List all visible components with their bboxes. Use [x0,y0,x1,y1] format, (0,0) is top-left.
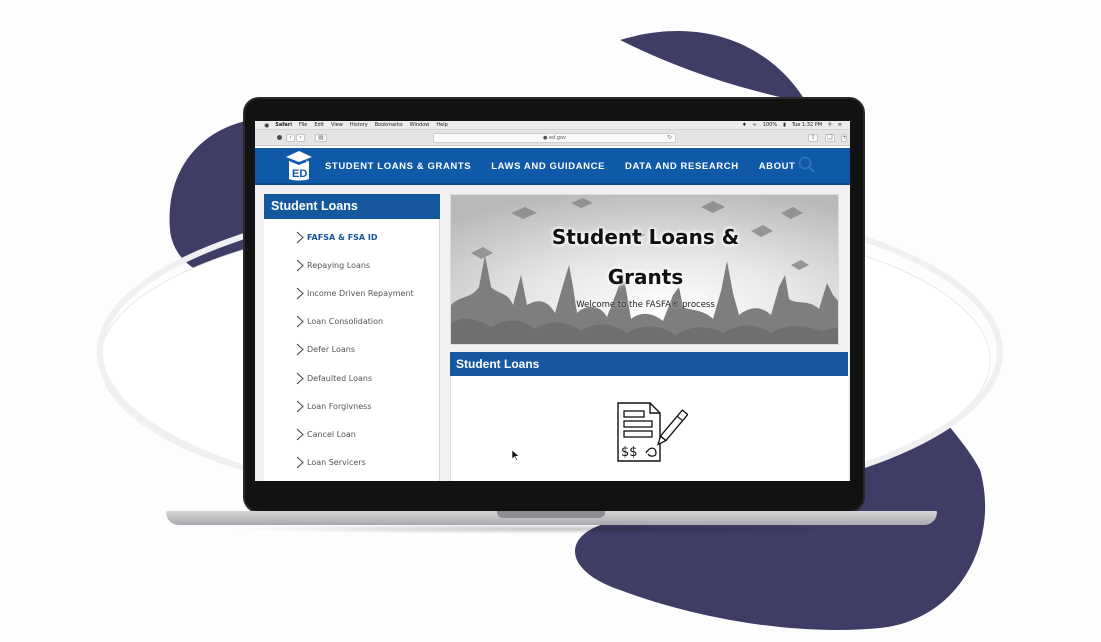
sidebar-item-label: Loan Servicers [307,457,366,467]
reload-icon[interactable]: ↻ [667,134,672,142]
site-navbar: ED STUDENT LOANS & GRANTS LAWS AND GUIDA… [255,148,850,185]
menu-bookmarks[interactable]: Bookmarks [375,122,403,128]
stage: ◉ Safari File Edit View History Bookmark… [0,0,1101,642]
sidebar-item-label: Income Driven Repayment [307,288,414,298]
sidebar-toggle-icon[interactable]: ▤ [315,134,327,142]
menu-history[interactable]: History [350,122,368,128]
sidebar-item-loan-forgiveness[interactable]: Loan Forgivness [294,399,371,413]
chevron-right-icon [296,400,304,412]
sidebar-item-label: Loan Forgivness [307,401,372,411]
sidebar-item-label: FAFSA & FSA ID [307,232,378,242]
hero-banner: Student Loans & Grants Welcome to the FA… [450,194,839,345]
nav-laws-guidance[interactable]: LAWS AND GUIDANCE [491,161,605,172]
clock[interactable]: Tue 1:32 PM [792,122,822,128]
icon-dollar-text: $$ [621,445,638,460]
page-body: Student Loans FAFSA & FSA ID Repaying Lo… [255,185,850,481]
logo-text: ED [292,168,307,180]
sidebar-item-loan-consolidation[interactable]: Loan Consolidation [294,314,383,328]
laptop-screen: ◉ Safari File Edit View History Bookmark… [255,121,850,481]
sidebar-item-label: Cancel Loan [307,429,356,439]
menubar-status: ♦ ≈ 100% ▮ Tue 1:32 PM ⚲ ≡ [742,122,842,128]
sidebar-item-label: Defer Loans [307,344,356,354]
sidebar-item-income-driven[interactable]: Income Driven Repayment [294,286,414,300]
new-tab-button[interactable]: + [841,134,847,142]
menu-help[interactable]: Help [436,122,447,128]
share-icon[interactable]: ⇧ [808,134,818,142]
sidebar-title: Student Loans [264,194,440,219]
sidebar-item-label: Defaulted Loans [307,373,373,383]
tabs-icon[interactable]: ❏ [825,134,835,142]
mouse-cursor-icon [512,450,520,461]
menu-view[interactable]: View [331,122,343,128]
nav-data-research[interactable]: DATA AND RESEARCH [625,161,739,172]
chevron-right-icon [296,315,304,327]
browser-toolbar: ‹ › ▤ ● ed.gov ↻ ⇧ ❏ + [255,130,850,146]
sidebar-item-cancel-loan[interactable]: Cancel Loan [294,427,356,441]
nav-about[interactable]: ABOUT [759,161,796,172]
nav-links: STUDENT LOANS & GRANTS LAWS AND GUIDANCE… [325,148,795,185]
back-button[interactable]: ‹ [286,134,295,142]
spotlight-icon[interactable]: ⚲ [828,122,832,128]
menu-app-name[interactable]: Safari [275,122,292,128]
address-text: ed.gov [548,135,566,141]
battery-percent: 100% [762,122,778,128]
macos-menubar: ◉ Safari File Edit View History Bookmark… [255,121,850,130]
window-close-icon[interactable] [277,135,282,140]
sidebar-item-defaulted-loans[interactable]: Defaulted Loans [294,371,372,385]
chevron-right-icon [296,259,304,271]
panel-title: Student Loans [450,352,848,376]
document-dollar-pen-icon: $$ [617,402,688,462]
sidebar-item-fafsa[interactable]: FAFSA & FSA ID [294,230,378,244]
chevron-right-icon [296,231,304,243]
wifi-icon[interactable]: ≈ [753,122,757,128]
sidebar-item-label: Loan Consolidation [307,316,384,326]
sidebar-item-label: Repaying Loans [307,260,371,270]
battery-icon[interactable]: ▮ [783,122,786,128]
sidebar-item-loan-servicers[interactable]: Loan Servicers [294,455,366,469]
chevron-right-icon [296,428,304,440]
sidebar: Student Loans FAFSA & FSA ID Repaying Lo… [264,194,440,481]
ed-logo-icon[interactable]: ED [285,150,313,182]
apple-icon[interactable]: ◉ [264,122,269,129]
menu-edit[interactable]: Edit [314,122,324,128]
forward-button[interactable]: › [296,134,305,142]
dropbox-icon[interactable]: ♦ [742,122,746,128]
sidebar-item-defer-loans[interactable]: Defer Loans [294,342,355,356]
address-bar[interactable]: ● ed.gov ↻ [433,133,676,143]
hero-subtitle: Welcome to the FASFA® process [576,300,715,310]
menu-window[interactable]: Window [410,122,430,128]
laptop-notch [497,511,605,518]
nav-student-loans-grants[interactable]: STUDENT LOANS & GRANTS [325,161,471,172]
hero-title: Student Loans & Grants [551,225,740,289]
chevron-right-icon [296,456,304,468]
chevron-right-icon [296,343,304,355]
menu-list-icon[interactable]: ≡ [838,122,842,128]
search-icon[interactable] [797,155,817,175]
panel-body: $$ [450,376,848,481]
menu-file[interactable]: File [299,122,307,128]
chevron-right-icon [296,372,304,384]
chevron-right-icon [296,287,304,299]
laptop-shadow [230,524,870,534]
sidebar-item-repaying-loans[interactable]: Repaying Loans [294,258,370,272]
